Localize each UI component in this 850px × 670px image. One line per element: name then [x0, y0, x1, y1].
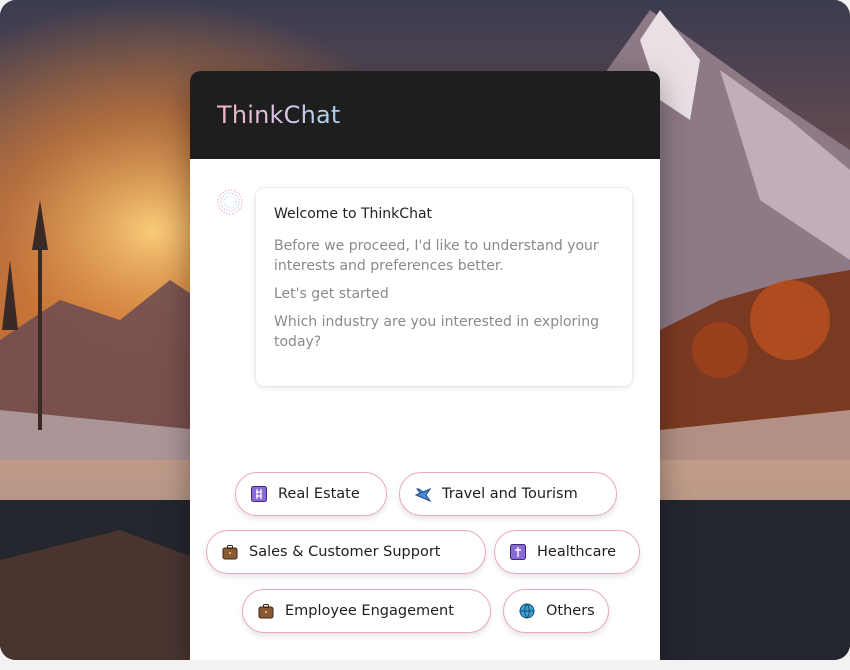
briefcase-icon [257, 602, 275, 620]
briefcase-icon [221, 543, 239, 561]
globe-icon [518, 602, 536, 620]
airplane-icon [414, 485, 432, 503]
option-label: Travel and Tourism [442, 486, 578, 502]
app-title: ThinkChat [217, 101, 341, 129]
option-travel-and-tourism[interactable]: Travel and Tourism [399, 472, 617, 516]
message-line: Which industry are you interested in exp… [274, 314, 599, 350]
option-employee-engagement[interactable]: Employee Engagement [242, 589, 491, 633]
medical-icon [509, 543, 527, 561]
app-window: ThinkChat Welcome to ThinkChat Before we… [0, 0, 850, 660]
option-healthcare[interactable]: Healthcare [494, 530, 640, 574]
option-sales-customer-support[interactable]: Sales & Customer Support [206, 530, 486, 574]
option-others[interactable]: Others [503, 589, 609, 633]
message-line: Before we proceed, I'd like to understan… [274, 238, 599, 274]
chat-header: ThinkChat [190, 71, 660, 159]
message-line: Let's get started [274, 286, 389, 302]
building-icon [250, 485, 268, 503]
option-label: Others [546, 603, 595, 619]
bot-message-bubble: Welcome to ThinkChat Before we proceed, … [256, 188, 632, 386]
option-label: Real Estate [278, 486, 360, 502]
option-label: Sales & Customer Support [249, 544, 441, 560]
bot-avatar-icon [216, 188, 244, 216]
welcome-heading: Welcome to ThinkChat [274, 206, 433, 222]
option-label: Healthcare [537, 544, 617, 560]
option-real-estate[interactable]: Real Estate [235, 472, 387, 516]
option-label: Employee Engagement [285, 603, 454, 619]
